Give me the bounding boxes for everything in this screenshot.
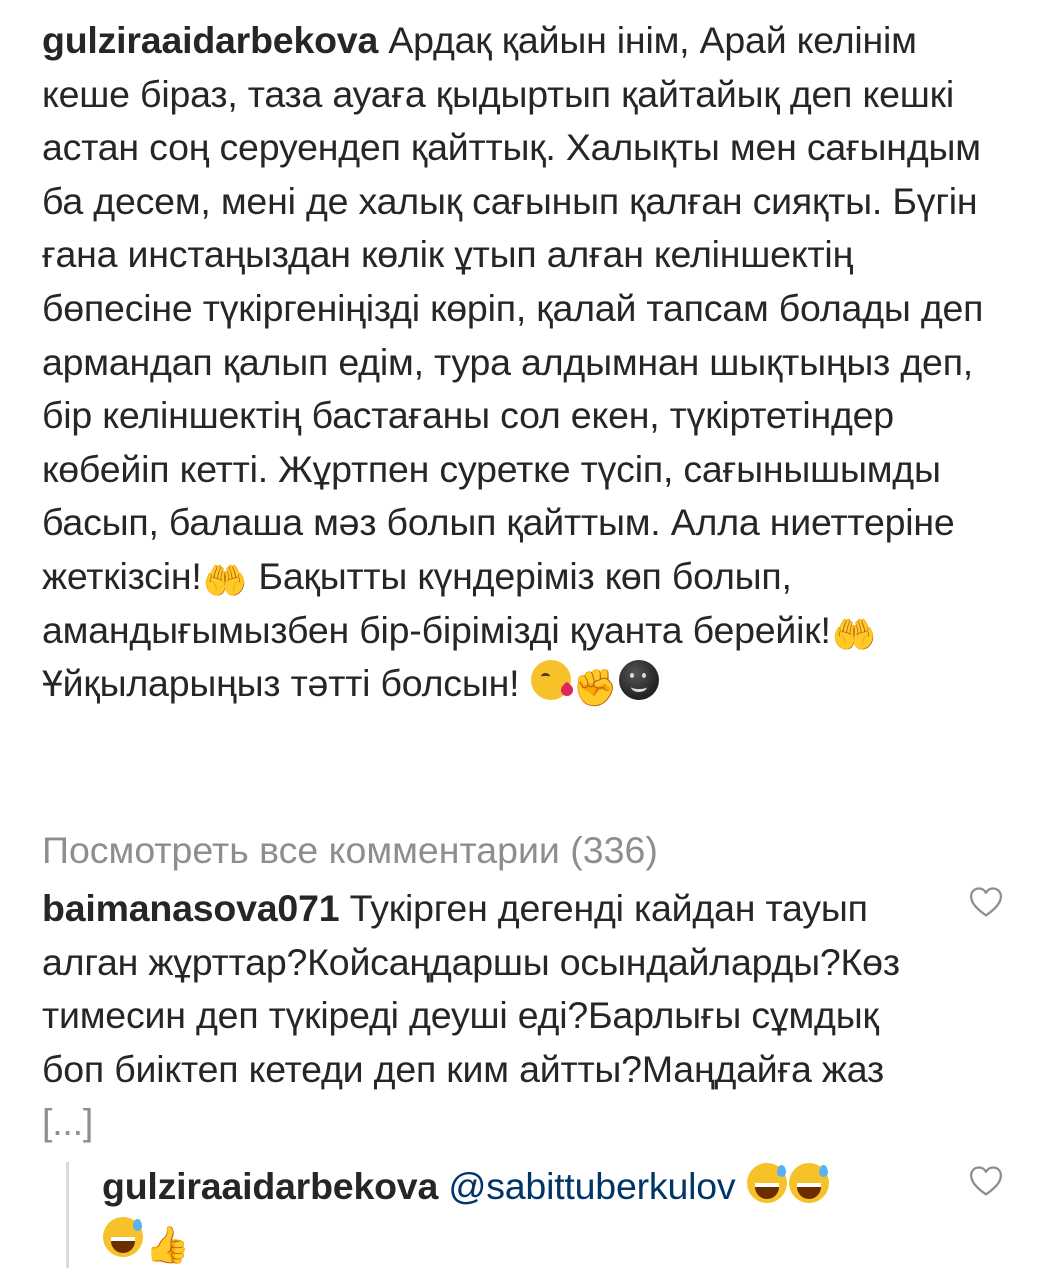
grinning-sweat-emoji-icon xyxy=(746,1163,787,1203)
caption-text-part1: Ардақ қайын інім, Арай келінім кеше біра… xyxy=(42,19,984,597)
comment-more-link[interactable]: [...] xyxy=(42,1101,93,1143)
heart-outline-icon[interactable] xyxy=(969,1165,1003,1197)
comment-username[interactable]: baimanasova071 xyxy=(42,887,340,929)
caption-text-part3: Ұйқыларыңыз тәтті болсын! xyxy=(42,662,530,705)
thumbs-up-emoji-icon: 👍 xyxy=(145,1224,190,1266)
reply-username[interactable]: gulziraaidarbekova xyxy=(102,1165,438,1207)
reply-thread-line xyxy=(66,1162,69,1268)
new-moon-face-emoji-icon xyxy=(619,660,660,701)
grinning-sweat-emoji-icon xyxy=(788,1163,829,1203)
caption-username[interactable]: gulziraaidarbekova xyxy=(42,19,378,61)
raised-fist-emoji-icon: ✊ xyxy=(572,668,618,710)
reply-mention-link[interactable]: @sabittuberkulov xyxy=(448,1165,735,1207)
face-blowing-kiss-emoji-icon xyxy=(530,660,571,701)
reply-comment: gulziraaidarbekova @sabittuberkulov 👍 xyxy=(102,1160,942,1267)
grinning-sweat-emoji-icon xyxy=(103,1216,143,1257)
post-caption: gulziraaidarbekova Ардақ қайын інім, Ара… xyxy=(42,14,1012,711)
raising-hands-emoji-icon: 🤲 xyxy=(831,614,877,656)
view-all-comments-link[interactable]: Посмотреть все комментарии (336) xyxy=(42,824,658,877)
heart-outline-icon[interactable] xyxy=(969,886,1003,918)
comment: baimanasova071 Тукірген дегенді кайдан т… xyxy=(42,882,932,1150)
raising-hands-emoji-icon: 🤲 xyxy=(202,560,248,602)
